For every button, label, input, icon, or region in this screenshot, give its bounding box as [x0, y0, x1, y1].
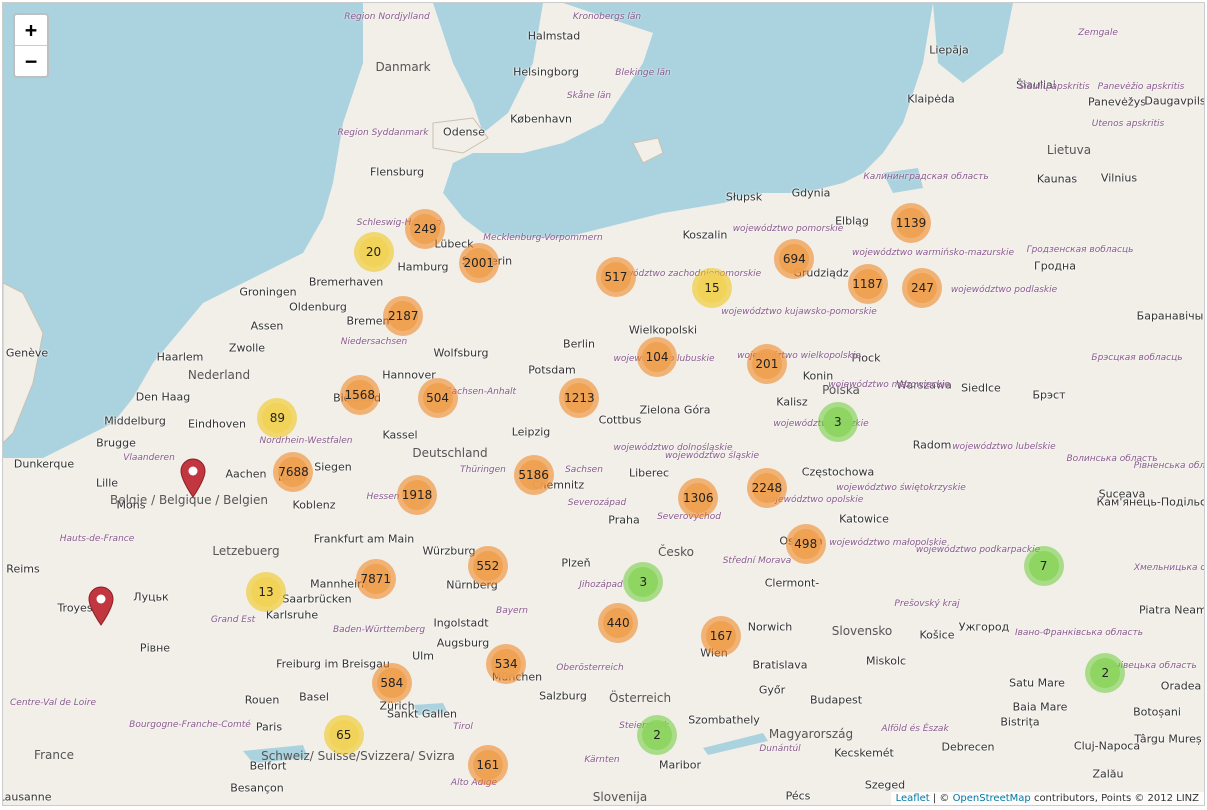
cluster-marker[interactable]: 517: [595, 256, 636, 297]
cluster-marker[interactable]: 1918: [396, 474, 437, 515]
map-tiles[interactable]: [3, 3, 1205, 806]
cluster-marker[interactable]: 247: [902, 267, 943, 308]
map-pin-icon[interactable]: [180, 458, 206, 498]
cluster-count: 1187: [852, 268, 883, 299]
cluster-count: 201: [751, 348, 782, 379]
cluster-count: 7871: [361, 563, 391, 594]
cluster-count: 15: [696, 272, 727, 303]
attribution-sep: | ©: [929, 793, 953, 804]
cluster-marker[interactable]: 2248: [746, 468, 787, 509]
cluster-count: 498: [790, 528, 821, 559]
cluster-count: 1568: [345, 379, 375, 410]
cluster-marker[interactable]: 201: [746, 343, 787, 384]
cluster-count: 13: [251, 576, 281, 607]
cluster-count: 249: [410, 213, 441, 244]
attribution: Leaflet | © OpenStreetMap contributors, …: [890, 792, 1204, 805]
cluster-count: 552: [472, 551, 503, 582]
zoom-in-button[interactable]: +: [15, 15, 47, 46]
cluster-count: 1213: [564, 383, 595, 413]
cluster-count: 534: [491, 649, 522, 680]
cluster-marker[interactable]: 161: [467, 745, 508, 786]
cluster-count: 161: [472, 750, 503, 781]
cluster-count: 1918: [402, 479, 432, 510]
map-pin-icon[interactable]: [88, 586, 114, 626]
cluster-marker[interactable]: 1568: [339, 374, 380, 415]
cluster-marker[interactable]: 1187: [847, 263, 888, 304]
bodensee: [413, 703, 448, 715]
cluster-marker[interactable]: 5186: [513, 454, 554, 495]
cluster-count: 2001: [463, 247, 494, 278]
cluster-count: 584: [376, 667, 407, 698]
attribution-text: contributors, Points © 2012 LINZ: [1030, 793, 1199, 804]
cluster-marker[interactable]: 7688: [273, 451, 314, 492]
cluster-marker[interactable]: 20: [353, 232, 394, 273]
cluster-marker[interactable]: 694: [774, 239, 815, 280]
cluster-count: 504: [422, 383, 453, 413]
cluster-count: 2248: [752, 473, 782, 504]
cluster-marker[interactable]: 2: [1085, 653, 1126, 694]
cluster-marker[interactable]: 1213: [559, 378, 600, 418]
cluster-marker[interactable]: 1139: [890, 203, 931, 244]
cluster-marker[interactable]: 89: [257, 398, 298, 439]
cluster-marker[interactable]: 1306: [678, 478, 719, 519]
cluster-marker[interactable]: 3: [817, 401, 858, 442]
zoom-out-button[interactable]: −: [15, 46, 47, 76]
cluster-count: 3: [628, 567, 659, 598]
cluster-marker[interactable]: 7871: [355, 558, 396, 599]
cluster-count: 2187: [388, 300, 419, 331]
cluster-marker[interactable]: 3: [623, 562, 664, 603]
cluster-marker[interactable]: 2187: [383, 295, 424, 336]
cluster-count: 517: [600, 261, 631, 292]
cluster-count: 89: [262, 403, 293, 434]
cluster-marker[interactable]: 7: [1023, 546, 1064, 587]
cluster-marker[interactable]: 498: [785, 523, 826, 564]
cluster-marker[interactable]: 167: [701, 615, 742, 656]
cluster-count: 5186: [518, 459, 549, 490]
cluster-count: 694: [779, 244, 810, 275]
cluster-count: 440: [603, 608, 634, 639]
cluster-count: 2: [642, 719, 673, 750]
cluster-marker[interactable]: 65: [323, 714, 364, 755]
cluster-marker[interactable]: 104: [637, 337, 678, 378]
cluster-count: 65: [328, 719, 359, 750]
cluster-count: 7: [1028, 551, 1059, 582]
cluster-marker[interactable]: 13: [246, 571, 286, 612]
cluster-marker[interactable]: 552: [467, 546, 508, 587]
zoom-control: + −: [13, 13, 49, 78]
cluster-count: 7688: [278, 456, 309, 487]
osm-link[interactable]: OpenStreetMap: [953, 793, 1031, 804]
cluster-marker[interactable]: 2: [637, 714, 678, 755]
cluster-count: 3: [822, 406, 853, 437]
cluster-count: 247: [907, 272, 938, 303]
cluster-count: 2: [1090, 658, 1121, 689]
cluster-marker[interactable]: 584: [371, 662, 412, 703]
cluster-count: 1306: [683, 483, 714, 514]
cluster-marker[interactable]: 504: [417, 378, 458, 418]
cluster-count: 167: [706, 620, 737, 651]
cluster-marker[interactable]: 249: [405, 208, 446, 249]
cluster-count: 20: [358, 237, 389, 268]
cluster-marker[interactable]: 15: [691, 267, 732, 308]
cluster-marker[interactable]: 534: [486, 644, 527, 685]
leaflet-link[interactable]: Leaflet: [896, 793, 930, 804]
cluster-count: 1139: [896, 208, 926, 239]
cluster-count: 104: [642, 342, 673, 373]
cluster-marker[interactable]: 2001: [458, 242, 499, 283]
cluster-marker[interactable]: 440: [598, 603, 639, 644]
map-container[interactable]: Danmark Nederland Deutschland Belgie / Belg…: [2, 2, 1205, 806]
